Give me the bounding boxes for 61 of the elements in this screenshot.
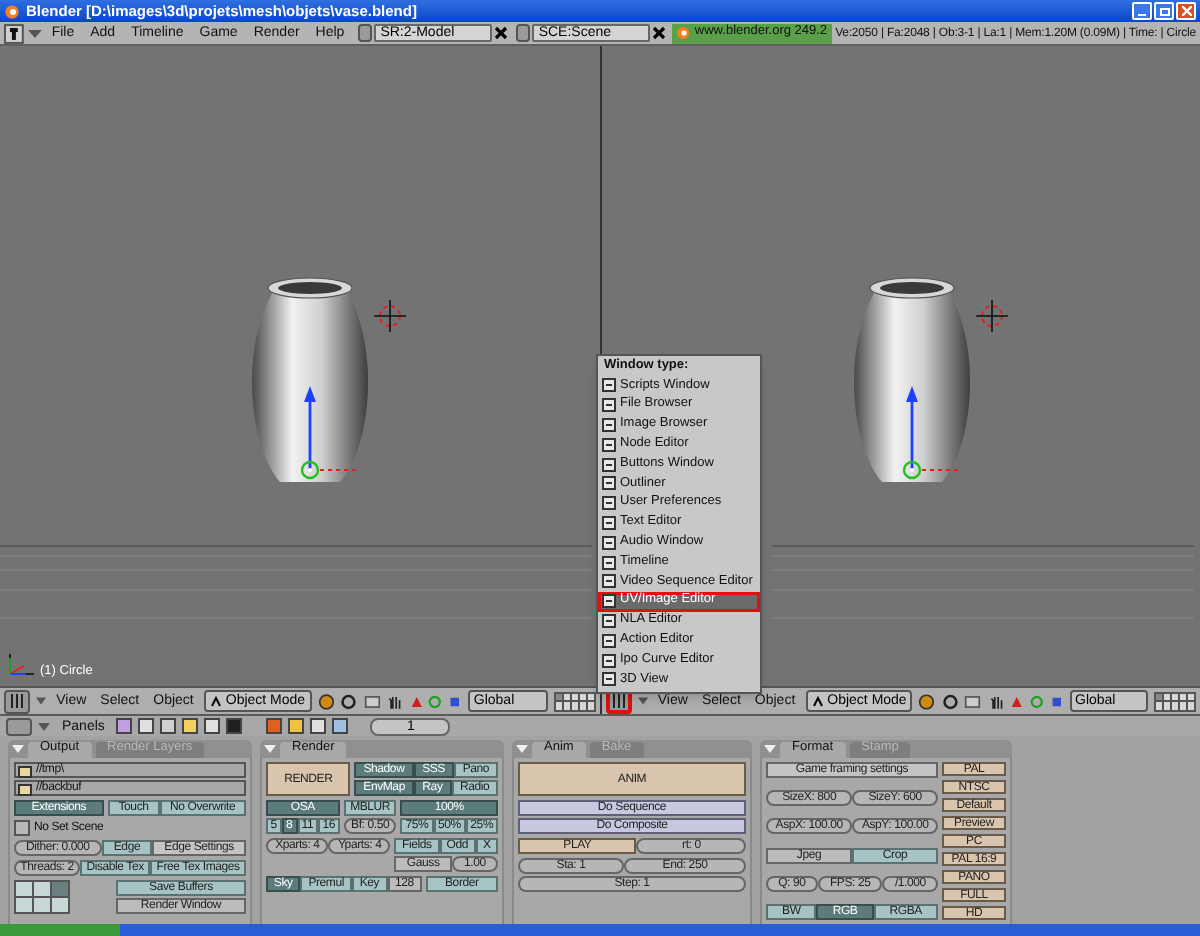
draw-type-icon[interactable] (918, 691, 936, 711)
draw-type-icon[interactable] (317, 691, 335, 711)
window-type-icon (602, 594, 616, 609)
collapse-arrow-icon[interactable] (27, 27, 42, 39)
window-type-icon (602, 378, 616, 393)
window-type-icon (602, 417, 616, 432)
blender-logo-icon (4, 3, 20, 19)
vase-drawing[interactable] (853, 277, 969, 482)
transform-gizmo-drawing[interactable] (901, 386, 962, 480)
layer-grid[interactable] (553, 691, 596, 711)
pivot-icon[interactable] (340, 691, 358, 711)
blender-logo-icon (676, 26, 691, 40)
collapse-arrow-icon[interactable] (516, 744, 528, 754)
window-type-button[interactable] (4, 689, 31, 713)
browse-button[interactable] (358, 24, 373, 42)
window-type-icon (602, 555, 616, 570)
start-button[interactable] (0, 924, 120, 936)
browse-button[interactable] (516, 24, 531, 42)
mode-icon (209, 695, 222, 707)
scale-icon[interactable] (448, 693, 462, 709)
delete-icon[interactable] (494, 26, 509, 40)
window-type-icon (602, 535, 616, 550)
scale-icon[interactable] (1049, 693, 1063, 709)
close-button[interactable] (1176, 2, 1196, 20)
window-type-icon (602, 613, 616, 628)
collapse-arrow-icon[interactable] (264, 744, 276, 754)
vase-drawing[interactable] (252, 277, 368, 482)
window-type-icon (602, 496, 616, 511)
window-type-icon (602, 653, 616, 668)
window-type-icon (602, 398, 616, 413)
scene-browse-button[interactable] (14, 820, 30, 836)
3d-cursor-icon (974, 299, 1008, 333)
info-window-icon[interactable] (4, 23, 24, 43)
maximize-button[interactable] (1154, 2, 1174, 20)
window-type-icon (602, 457, 616, 472)
window-type-icon (602, 574, 616, 589)
delete-icon[interactable] (652, 26, 667, 40)
collapse-arrow-icon[interactable] (38, 721, 50, 731)
collapse-arrow-icon[interactable] (12, 744, 24, 754)
window-type-icon (10, 694, 25, 708)
mode-icon (811, 695, 824, 707)
axis-gizmo-icon (6, 650, 38, 678)
layer-grid[interactable] (1154, 691, 1196, 711)
window-type-icon (602, 633, 616, 648)
hand-icon[interactable] (386, 691, 403, 711)
collapse-arrow-icon[interactable] (36, 696, 47, 706)
window-type-icon (602, 672, 616, 687)
collapse-arrow-icon[interactable] (764, 744, 776, 754)
hand-icon[interactable] (987, 691, 1005, 711)
pivot-icon[interactable] (941, 691, 959, 711)
snap-icon[interactable] (964, 691, 982, 711)
window-type-icon (611, 694, 626, 708)
display-layout-icon[interactable] (14, 880, 70, 914)
snap-icon[interactable] (363, 691, 381, 711)
minimize-button[interactable] (1132, 2, 1152, 20)
3d-cursor-icon (373, 299, 407, 333)
collapse-arrow-icon[interactable] (637, 696, 648, 706)
transform-gizmo-drawing[interactable] (300, 386, 361, 480)
window-type-icon (602, 437, 616, 452)
window-type-icon (602, 476, 616, 491)
window-type-icon (602, 515, 616, 530)
